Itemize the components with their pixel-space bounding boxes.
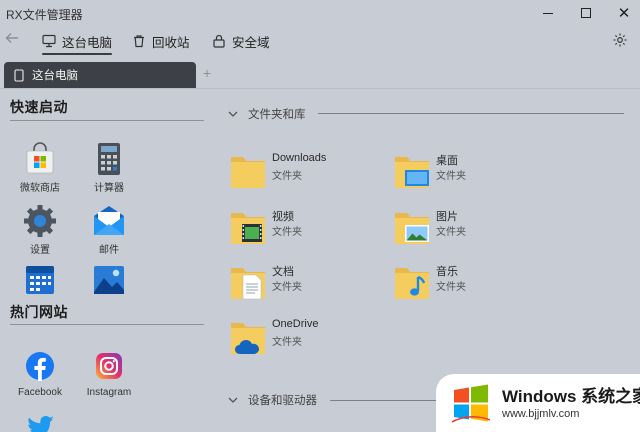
site-item-instagram[interactable]: Instagram: [79, 350, 139, 398]
folder-type: 文件夹: [436, 282, 466, 293]
folder-item-videos[interactable]: 视频 文件夹: [230, 208, 390, 254]
settings-gear-icon: [24, 205, 56, 237]
settings-button[interactable]: [612, 32, 628, 48]
chevron-down-icon: [228, 397, 238, 403]
quick-item-label: 邮件: [99, 245, 119, 256]
drives-group-rule: [330, 400, 440, 401]
tab-strip: 这台电脑 +: [0, 62, 640, 88]
nav-tab-label: 安全域: [232, 35, 270, 50]
back-button[interactable]: [4, 30, 24, 50]
close-icon: ✕: [617, 5, 631, 22]
instagram-icon: [96, 353, 122, 379]
windows-logo-icon: [451, 384, 491, 423]
hot-sites-title: 热门网站: [10, 304, 68, 320]
quick-launch-title: 快速启动: [10, 99, 68, 115]
computer-icon: [42, 34, 56, 48]
title-bar: RX文件管理器 ✕: [0, 0, 640, 26]
recycle-bin-icon: [134, 35, 144, 48]
folders-group-title: 文件夹和库: [248, 109, 306, 121]
folder-item-documents[interactable]: 文档 文件夹: [230, 263, 390, 309]
nav-tab-label: 回收站: [152, 35, 190, 50]
folder-type: 文件夹: [272, 337, 302, 348]
folder-type: 文件夹: [272, 227, 302, 238]
watermark-badge: Windows 系统之家 www.bjjmlv.com: [436, 374, 640, 432]
folder-item-desktop[interactable]: 桌面 文件夹: [394, 152, 554, 198]
folder-item-onedrive[interactable]: OneDrive 文件夹: [230, 318, 390, 364]
mail-icon: [94, 206, 124, 235]
folder-name: 文档: [272, 266, 294, 278]
quick-item-calculator[interactable]: 计算器: [79, 142, 139, 194]
content-divider: [0, 88, 640, 89]
nav-tab-this-pc[interactable]: 这台电脑: [42, 30, 113, 55]
quick-item-label: 计算器: [94, 183, 124, 194]
desktop-folder-icon: [395, 157, 429, 188]
add-tab-button[interactable]: +: [203, 65, 211, 81]
minimize-button[interactable]: [528, 2, 568, 24]
watermark-url: www.bjjmlv.com: [502, 408, 580, 420]
folder-name: Downloads: [272, 152, 327, 164]
folder-item-downloads[interactable]: Downloads 文件夹: [230, 152, 390, 198]
lock-icon: [213, 34, 225, 48]
site-item-twitter[interactable]: [10, 410, 70, 432]
maximize-button[interactable]: [566, 2, 606, 24]
nav-tab-label: 这台电脑: [62, 35, 113, 50]
folder-type: 文件夹: [436, 227, 466, 238]
folders-group-header[interactable]: 文件夹和库: [228, 106, 306, 122]
quick-item-label: 设置: [30, 245, 50, 256]
drives-group-title: 设备和驱动器: [248, 395, 317, 407]
app-title: RX文件管理器: [6, 8, 83, 22]
twitter-icon: [28, 416, 54, 432]
minimize-icon: [543, 12, 553, 14]
folder-type: 文件夹: [272, 171, 302, 182]
folder-name: 图片: [436, 211, 458, 223]
gear-icon: [613, 33, 627, 47]
facebook-icon: [26, 352, 54, 381]
documents-folder-icon: [231, 268, 265, 300]
calculator-icon: [98, 143, 120, 175]
folder-name: 视频: [272, 211, 294, 223]
nav-tab-secure-area[interactable]: 安全域: [212, 30, 270, 52]
back-arrow-icon: [5, 33, 18, 43]
file-manager-window: RX文件管理器 ✕ 这台电脑 回收站 安全域 这台电脑 + 快速启动 微软商店 …: [0, 0, 640, 432]
folders-group-rule: [318, 113, 624, 114]
folder-name: OneDrive: [272, 318, 319, 330]
photos-icon: [94, 266, 124, 294]
quick-item-photos[interactable]: [79, 263, 139, 297]
calendar-icon: [26, 266, 54, 294]
drives-group-header[interactable]: 设备和驱动器: [228, 392, 317, 408]
folder-item-music[interactable]: 音乐 文件夹: [394, 263, 554, 309]
tab-label: 这台电脑: [32, 70, 78, 82]
videos-folder-icon: [231, 213, 265, 244]
chevron-down-icon: [228, 111, 238, 117]
nav-tab-recycle-bin[interactable]: 回收站: [132, 30, 190, 52]
hot-sites-divider: [10, 324, 204, 325]
watermark-title: Windows 系统之家: [502, 387, 640, 406]
folder-type: 文件夹: [272, 282, 302, 293]
maximize-icon: [581, 8, 591, 18]
folder-name: 音乐: [436, 266, 458, 278]
quick-item-mail[interactable]: 邮件: [79, 204, 139, 256]
close-button[interactable]: ✕: [604, 2, 640, 24]
site-item-label: Instagram: [86, 387, 132, 398]
pictures-folder-icon: [395, 213, 429, 244]
folder-item-pictures[interactable]: 图片 文件夹: [394, 208, 554, 254]
site-item-facebook[interactable]: Facebook: [10, 350, 70, 398]
site-item-label: Facebook: [18, 387, 62, 398]
quick-item-settings[interactable]: 设置: [10, 204, 70, 256]
quick-item-calendar[interactable]: [10, 263, 70, 297]
quick-launch-divider: [10, 120, 204, 121]
tablet-icon: [14, 68, 24, 82]
quick-item-label: 微软商店: [20, 183, 60, 194]
downloads-folder-icon: [231, 157, 265, 188]
tab-this-pc[interactable]: 这台电脑: [4, 62, 196, 88]
onedrive-folder-icon: [231, 323, 265, 354]
music-folder-icon: [395, 268, 429, 299]
store-icon: [26, 142, 54, 174]
folder-name: 桌面: [436, 155, 458, 167]
folder-type: 文件夹: [436, 171, 466, 182]
quick-item-store[interactable]: 微软商店: [10, 142, 70, 194]
